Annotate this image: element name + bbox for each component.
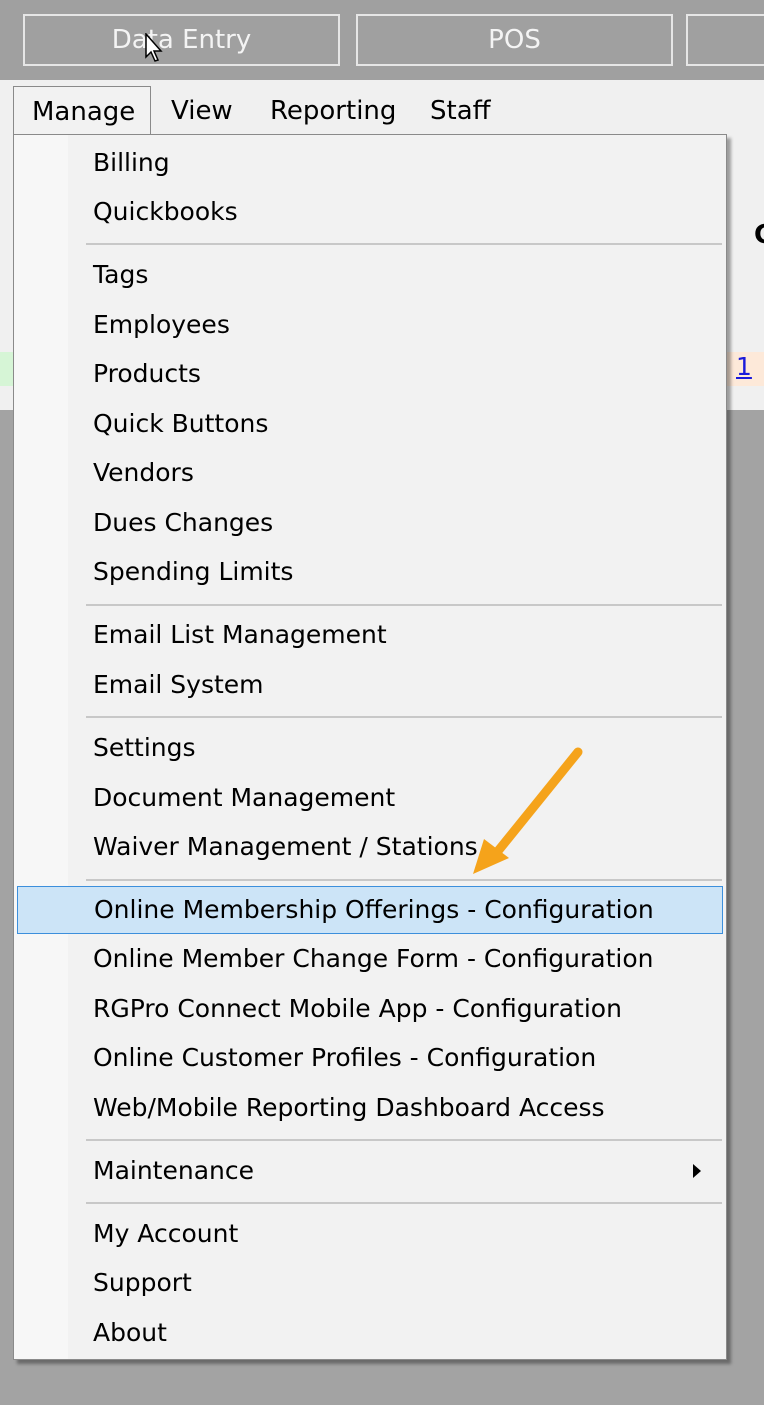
menu-item-maintenance[interactable]: Maintenance — [17, 1148, 723, 1194]
background-link[interactable]: 1 — [736, 352, 752, 381]
pos-button[interactable]: POS — [356, 14, 673, 66]
menu-item-billing[interactable]: Billing — [17, 140, 723, 186]
top-toolbar: Data Entry POS — [0, 0, 764, 80]
menu-item-my-account[interactable]: My Account — [17, 1211, 723, 1257]
menu-item-rgpro-connect-mobile-app[interactable]: RGPro Connect Mobile App - Configuration — [17, 986, 723, 1032]
background-heading-fragment: C — [754, 220, 764, 250]
menu-view[interactable]: View — [153, 86, 251, 136]
menu-item-tags[interactable]: Tags — [17, 252, 723, 298]
background-link-cell: 1 — [727, 352, 764, 386]
menu-staff[interactable]: Staff — [412, 86, 509, 136]
menu-item-email-system[interactable]: Email System — [17, 662, 723, 708]
menu-item-maintenance-label: Maintenance — [93, 1156, 254, 1185]
menu-item-document-management[interactable]: Document Management — [17, 775, 723, 821]
menu-item-about[interactable]: About — [17, 1310, 723, 1356]
menu-item-support[interactable]: Support — [17, 1260, 723, 1306]
menu-item-settings[interactable]: Settings — [17, 725, 723, 771]
menu-separator — [86, 1139, 722, 1141]
manage-dropdown-menu: Billing Quickbooks Tags Employees Produc… — [13, 134, 727, 1360]
data-entry-button[interactable]: Data Entry — [23, 14, 340, 66]
menu-item-email-list-management[interactable]: Email List Management — [17, 612, 723, 658]
toolbar-button-3[interactable] — [686, 14, 764, 66]
menu-manage[interactable]: Manage — [13, 86, 151, 136]
menu-item-online-membership-offerings[interactable]: Online Membership Offerings - Configurat… — [17, 886, 723, 934]
menu-item-spending-limits[interactable]: Spending Limits — [17, 549, 723, 595]
menu-reporting[interactable]: Reporting — [252, 86, 414, 136]
menu-item-employees[interactable]: Employees — [17, 302, 723, 348]
menu-item-vendors[interactable]: Vendors — [17, 450, 723, 496]
menu-item-waiver-management[interactable]: Waiver Management / Stations — [17, 824, 723, 870]
menu-separator — [86, 1202, 722, 1204]
menu-item-online-customer-profiles[interactable]: Online Customer Profiles - Configuration — [17, 1035, 723, 1081]
menu-separator — [86, 604, 722, 606]
mouse-cursor-icon — [145, 33, 163, 62]
menu-separator — [86, 879, 722, 881]
menu-item-quickbooks[interactable]: Quickbooks — [17, 189, 723, 235]
menu-separator — [86, 243, 722, 245]
background-green-cell — [0, 352, 14, 386]
submenu-arrow-icon — [693, 1164, 701, 1178]
menu-item-products[interactable]: Products — [17, 351, 723, 397]
menu-item-online-member-change-form[interactable]: Online Member Change Form - Configuratio… — [17, 936, 723, 982]
menu-separator — [86, 716, 722, 718]
menu-item-web-mobile-reporting-dashboard[interactable]: Web/Mobile Reporting Dashboard Access — [17, 1085, 723, 1131]
menu-item-quick-buttons[interactable]: Quick Buttons — [17, 401, 723, 447]
menu-item-dues-changes[interactable]: Dues Changes — [17, 500, 723, 546]
